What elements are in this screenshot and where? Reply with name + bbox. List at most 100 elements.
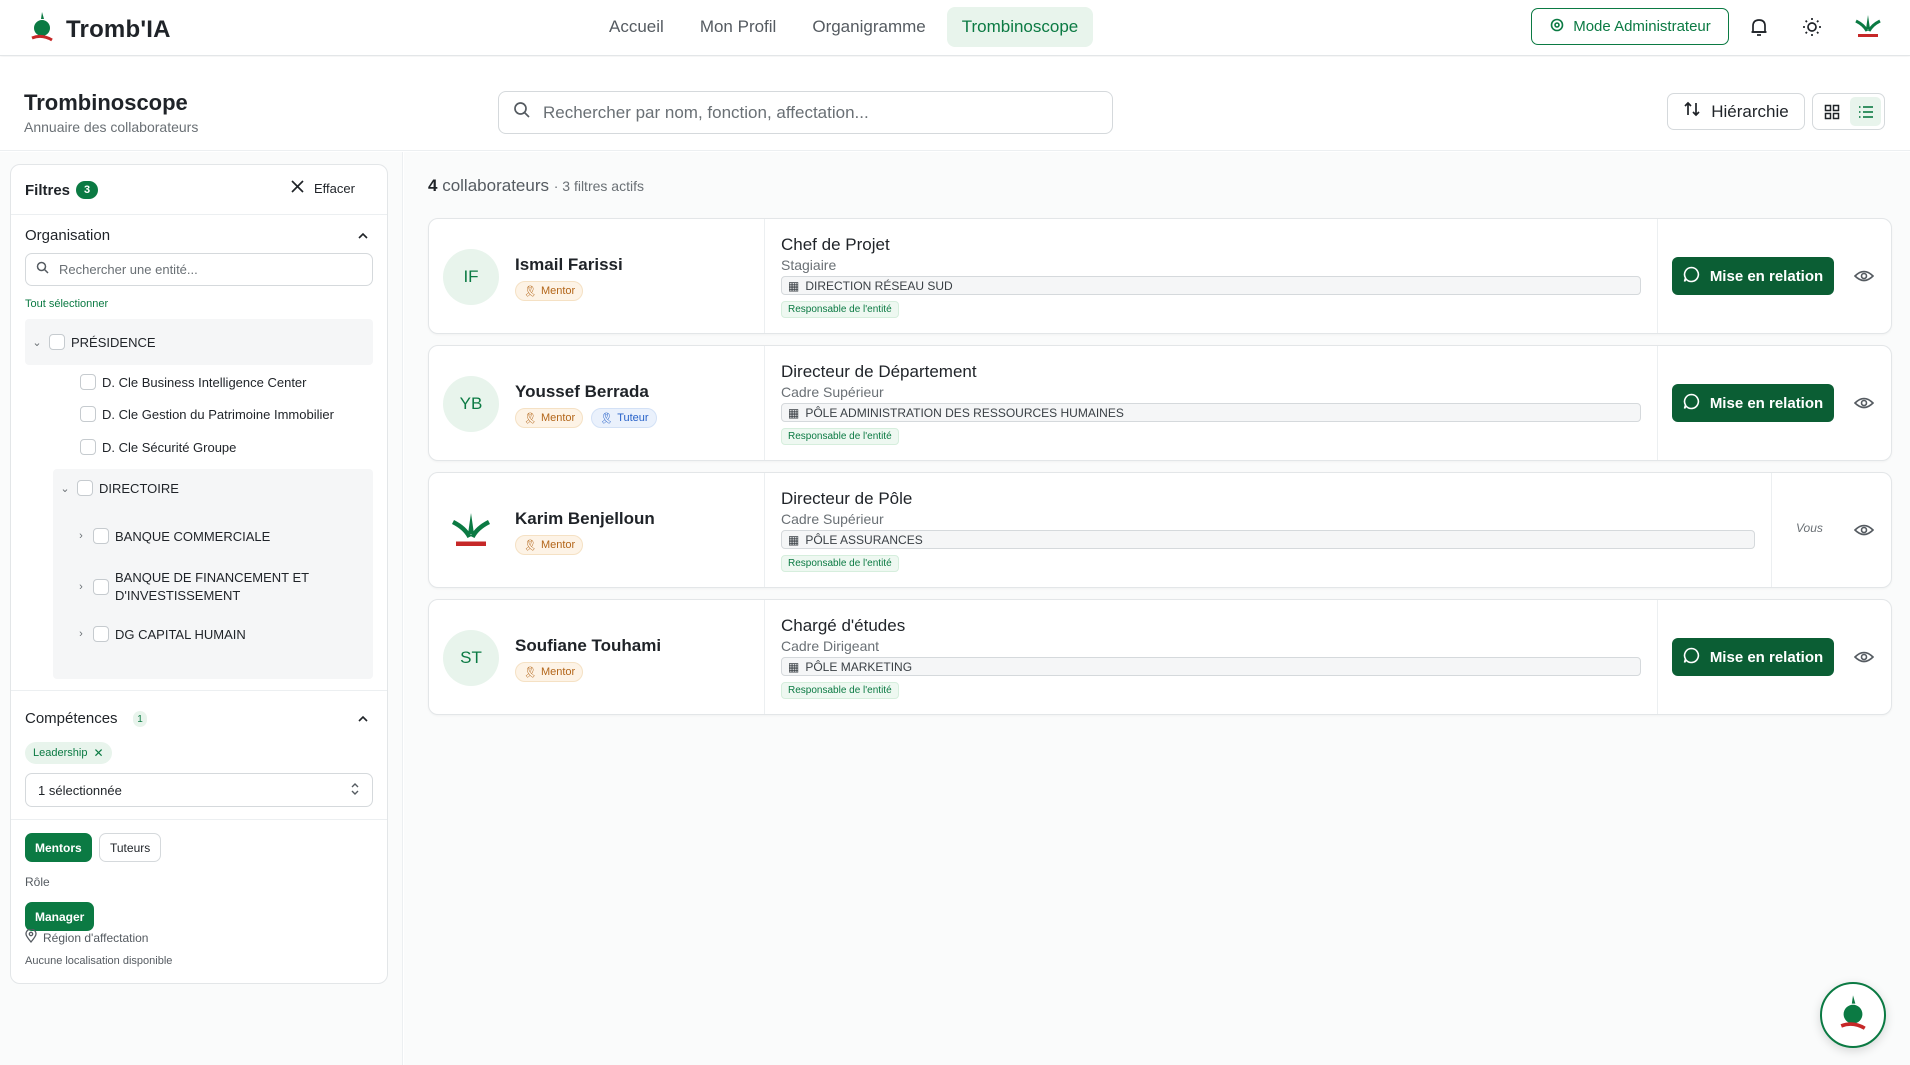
- tree-node-banque-commerciale[interactable]: › BANQUE COMMERCIALE: [75, 528, 270, 544]
- person-position: Directeur de Département Cadre Supérieur…: [765, 346, 1657, 460]
- competence-chip[interactable]: Leadership ✕: [25, 742, 112, 764]
- filters-title: Filtres: [25, 182, 71, 199]
- view-toggle: [1812, 93, 1885, 130]
- person-level: Stagiaire: [781, 257, 837, 273]
- company-logo-icon: [451, 513, 491, 546]
- user-avatar[interactable]: [1852, 14, 1884, 40]
- assistant-fab-button[interactable]: [1820, 982, 1886, 1048]
- tree-node-label: DG CAPITAL HUMAIN: [115, 626, 246, 642]
- entity-search-input[interactable]: [59, 262, 359, 277]
- competences-select-value: 1 sélectionnée: [38, 782, 122, 798]
- contact-button[interactable]: Mise en relation: [1672, 638, 1834, 676]
- checkbox[interactable]: [77, 480, 93, 496]
- nav-mon-profil[interactable]: Mon Profil: [685, 7, 792, 47]
- tree-node-label: D. Cle Sécurité Groupe: [102, 439, 237, 455]
- person-card-self[interactable]: Karim Benjelloun 🎗 Mentor Directeur de Pô…: [428, 472, 1892, 588]
- award-icon: 🎗: [523, 285, 537, 298]
- checkbox[interactable]: [80, 374, 96, 390]
- person-position: Chargé d'études Cadre Dirigeant ▦ PÔLE MA…: [765, 600, 1657, 714]
- filters-header: Filtres 3 Effacer: [11, 165, 387, 215]
- tree-node-directoire[interactable]: ⌄ DIRECTOIRE: [59, 480, 179, 496]
- chevron-right-icon[interactable]: ›: [75, 530, 87, 542]
- checkbox[interactable]: [93, 579, 109, 595]
- mentor-badge: 🎗 Mentor: [515, 662, 584, 682]
- role-section-title: Rôle: [25, 875, 50, 889]
- person-actions: Mise en relation: [1657, 600, 1891, 714]
- person-unit: ▦ PÔLE ASSURANCES: [781, 530, 1755, 549]
- select-all-link[interactable]: Tout sélectionner: [25, 298, 108, 310]
- nav-accueil[interactable]: Accueil: [594, 7, 679, 47]
- contact-button[interactable]: Mise en relation: [1672, 257, 1834, 295]
- tree-node-presidence[interactable]: ⌄ PRÉSIDENCE: [31, 334, 156, 350]
- tree-node-securite[interactable]: D. Cle Sécurité Groupe: [80, 439, 236, 455]
- avatar: [443, 503, 499, 559]
- avatar: YB: [443, 376, 499, 432]
- person-level: Cadre Supérieur: [781, 511, 884, 527]
- region-empty-text: Aucune localisation disponible: [25, 955, 173, 967]
- chevron-up-icon[interactable]: [357, 229, 369, 247]
- chevron-down-icon[interactable]: ⌄: [31, 336, 43, 349]
- checkbox[interactable]: [93, 626, 109, 642]
- competences-select[interactable]: 1 sélectionnée: [25, 773, 373, 807]
- competences-section-title[interactable]: Compétences: [25, 710, 118, 727]
- person-role: Directeur de Pôle: [781, 489, 913, 508]
- contact-button-label: Mise en relation: [1709, 648, 1824, 666]
- contact-button[interactable]: Mise en relation: [1672, 384, 1834, 422]
- list-view-icon[interactable]: [1850, 97, 1881, 126]
- checkbox[interactable]: [80, 406, 96, 422]
- filters-panel: Filtres 3 Effacer Organisation Tout séle…: [10, 164, 388, 984]
- tree-node-dg-capital-humain[interactable]: › DG CAPITAL HUMAIN: [75, 626, 246, 642]
- close-icon[interactable]: ✕: [93, 746, 103, 760]
- mentor-badge: 🎗 Mentor: [515, 281, 584, 301]
- bell-icon[interactable]: [1746, 14, 1772, 40]
- contact-button-label: Mise en relation: [1709, 394, 1824, 412]
- person-unit: ▦ PÔLE MARKETING: [781, 657, 1641, 676]
- person-level: Cadre Dirigeant: [781, 638, 880, 654]
- sidebar: Filtres 3 Effacer Organisation Tout séle…: [0, 152, 403, 1065]
- clear-filters-button[interactable]: Effacer: [291, 180, 355, 196]
- chevron-right-icon[interactable]: ›: [75, 628, 87, 640]
- award-icon: 🎗: [523, 666, 537, 679]
- person-badges: 🎗 Mentor: [515, 535, 584, 555]
- grid-view-icon[interactable]: [1816, 97, 1847, 126]
- filters-count-badge: 3: [76, 181, 98, 199]
- hierarchy-sort-button[interactable]: Hiérarchie: [1667, 93, 1805, 130]
- responsible-badge: Responsable de l'entité: [781, 682, 899, 699]
- tree-node-patrimoine[interactable]: D. Cle Gestion du Patrimoine Immobilier: [80, 406, 334, 422]
- chevron-right-icon[interactable]: ›: [75, 581, 87, 593]
- person-role: Directeur de Département: [781, 362, 977, 381]
- avatar: IF: [443, 249, 499, 305]
- person-actions: Mise en relation: [1657, 346, 1891, 460]
- search-box[interactable]: [498, 91, 1113, 134]
- tuteurs-toggle[interactable]: Tuteurs: [99, 833, 162, 862]
- person-card[interactable]: ST Soufiane Touhami 🎗 Mentor Chargé d'étu…: [428, 599, 1892, 715]
- checkbox[interactable]: [80, 439, 96, 455]
- mentors-toggle[interactable]: Mentors: [25, 833, 92, 862]
- nav-trombinoscope[interactable]: Trombinoscope: [946, 7, 1094, 47]
- checkbox[interactable]: [49, 334, 65, 350]
- tree-node-bfi[interactable]: › BANQUE DE FINANCEMENT ET D'INVESTISSEM…: [75, 569, 335, 605]
- brand[interactable]: Tromb'IA: [28, 10, 171, 49]
- eye-icon[interactable]: [1852, 645, 1876, 669]
- entity-search-box[interactable]: [25, 253, 373, 286]
- eye-icon[interactable]: [1852, 391, 1876, 415]
- eye-icon[interactable]: [1852, 264, 1876, 288]
- app-name: Tromb'IA: [66, 15, 171, 43]
- role-manager-toggle[interactable]: Manager: [25, 902, 95, 931]
- admin-mode-button[interactable]: Mode Administrateur: [1531, 8, 1729, 45]
- page-title: Trombinoscope: [24, 90, 188, 115]
- person-position: Directeur de Pôle Cadre Supérieur ▦ PÔLE …: [765, 473, 1771, 587]
- search-input[interactable]: [543, 102, 1083, 123]
- checkbox[interactable]: [93, 528, 109, 544]
- person-identity: IF Ismail Farissi 🎗 Mentor: [429, 219, 765, 333]
- chevron-up-icon[interactable]: [357, 712, 369, 730]
- chevron-down-icon[interactable]: ⌄: [59, 482, 71, 495]
- person-card[interactable]: YB Youssef Berrada 🎗 Mentor 🎗 Tuteur Direc…: [428, 345, 1892, 461]
- nav-organigramme[interactable]: Organigramme: [797, 7, 940, 47]
- person-card[interactable]: IF Ismail Farissi 🎗 Mentor Chef de Projet…: [428, 218, 1892, 334]
- sun-icon[interactable]: [1799, 14, 1825, 40]
- organisation-section-title[interactable]: Organisation: [25, 227, 110, 244]
- app-logo-icon: [28, 10, 56, 49]
- tree-node-bi-center[interactable]: D. Cle Business Intelligence Center: [80, 374, 307, 390]
- eye-icon[interactable]: [1852, 518, 1876, 542]
